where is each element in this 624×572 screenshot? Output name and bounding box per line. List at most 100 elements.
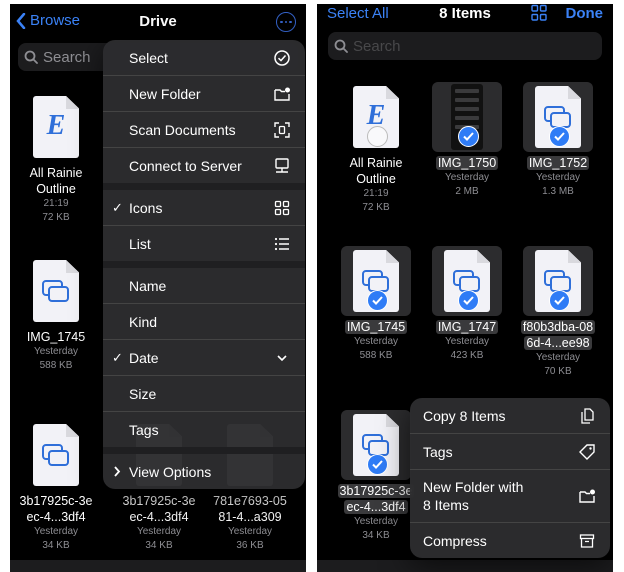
checkmark-circle-icon (274, 50, 290, 66)
search-field[interactable]: Search (328, 32, 602, 60)
tab-bar[interactable] (10, 560, 306, 572)
file-date: Yesterday (227, 526, 273, 537)
grid-icon (274, 200, 290, 216)
doc-viewfinder-icon (274, 122, 290, 138)
file-item[interactable]: IMG_1745 Yesterday 588 KB (13, 256, 99, 373)
selection-circle-icon[interactable] (367, 126, 388, 147)
nav-bar: Browse Drive (10, 4, 306, 40)
menu-item-tags[interactable]: Tags (410, 434, 610, 470)
search-placeholder: Search (353, 37, 401, 55)
checkmark-circle-icon[interactable] (549, 290, 570, 311)
select-all-button[interactable]: Select All (327, 5, 389, 22)
right-phone-screen: Select All 8 Items Done Search E All Rai… (317, 4, 613, 572)
file-date: Yesterday (33, 526, 79, 537)
file-date: Yesterday (535, 352, 581, 363)
menu-separator (103, 447, 305, 454)
file-date: Yesterday (33, 346, 79, 357)
desktop-computer-icon (275, 158, 289, 173)
chevron-down-icon (277, 355, 287, 362)
file-name: IMG_1747 (435, 320, 499, 334)
menu-item-tags[interactable]: Tags (103, 412, 305, 447)
menu-item-new-folder[interactable]: New Folder (103, 76, 305, 112)
chevron-right-icon (114, 466, 121, 477)
file-date: Yesterday (353, 336, 399, 347)
folder-badge-plus-icon (274, 87, 290, 101)
image-stack-icon (33, 260, 79, 322)
image-stack-icon (33, 424, 79, 486)
file-size: 34 KB (145, 540, 173, 551)
left-phone-screen: Browse Drive Search E All Rainie Outline … (10, 4, 306, 572)
menu-item-date[interactable]: ✓ Date (103, 340, 305, 376)
file-item[interactable]: IMG_1750 Yesterday 2 MB (424, 82, 510, 199)
menu-item-name[interactable]: Name (103, 268, 305, 304)
file-size: 34 KB (362, 530, 390, 541)
checkmark-icon: ✓ (112, 199, 123, 215)
file-date: Yesterday (444, 336, 490, 347)
file-size: 36 KB (236, 540, 264, 551)
checkmark-icon: ✓ (112, 349, 123, 365)
file-name: IMG_1745 (344, 320, 408, 334)
menu-item-copy[interactable]: Copy 8 Items (410, 398, 610, 434)
file-name: IMG_1745 (26, 330, 86, 344)
file-item[interactable]: 3b17925c-3e ec-4...3df4 Yesterday 34 KB (13, 420, 99, 553)
nav-bar: Select All 8 Items Done (317, 4, 613, 30)
file-size: 2 MB (455, 186, 479, 197)
file-size: 588 KB (39, 360, 73, 371)
file-item[interactable]: E All Rainie Outline 21:19 72 KB (13, 92, 99, 225)
file-item[interactable]: IMG_1747 Yesterday 423 KB (424, 246, 510, 363)
file-size: 72 KB (42, 212, 70, 223)
file-name: 3b17925c-3e ec-4...3df4 (19, 494, 93, 524)
archive-box-icon (579, 534, 595, 548)
search-icon (24, 50, 38, 64)
toolbar[interactable] (317, 560, 613, 572)
file-item[interactable]: 3b17925c-3e ec-4...3df4 Yesterday 34 KB (333, 410, 419, 543)
menu-item-select[interactable]: Select (103, 40, 305, 76)
search-placeholder: Search (43, 48, 91, 66)
done-button[interactable]: Done (566, 5, 604, 22)
file-item[interactable]: IMG_1752 Yesterday 1.3 MB (515, 82, 601, 199)
checkmark-circle-icon[interactable] (458, 126, 479, 147)
file-date: Yesterday (535, 172, 581, 183)
file-name: 781e7693-05 81-4...a309 (213, 494, 287, 524)
grid-icon[interactable] (530, 4, 548, 22)
menu-item-view-options[interactable]: View Options (103, 454, 305, 489)
file-date: Yesterday (136, 526, 182, 537)
file-size: 34 KB (42, 540, 70, 551)
menu-item-scan-documents[interactable]: Scan Documents (103, 112, 305, 148)
menu-item-icons[interactable]: ✓ Icons (103, 190, 305, 226)
back-button[interactable]: Browse (16, 12, 80, 29)
menu-item-new-folder-with-items[interactable]: New Folder with 8 Items (410, 470, 610, 523)
checkmark-circle-icon[interactable] (367, 454, 388, 475)
menu-item-kind[interactable]: Kind (103, 304, 305, 340)
file-item[interactable]: f80b3dba-08 6d-4...ee98 Yesterday 70 KB (515, 246, 601, 379)
folder-badge-plus-icon (579, 489, 595, 503)
checkmark-circle-icon[interactable] (367, 290, 388, 311)
file-name: 3b17925c-3e ec-4...3df4 (337, 484, 415, 514)
tag-icon (579, 444, 595, 460)
file-size: 70 KB (544, 366, 572, 377)
menu-item-connect-to-server[interactable]: Connect to Server (103, 148, 305, 183)
checkmark-circle-icon[interactable] (549, 126, 570, 147)
selection-actions-menu: Copy 8 Items Tags New Folder with 8 Items… (410, 398, 610, 558)
menu-item-list[interactable]: List (103, 226, 305, 261)
menu-separator (103, 261, 305, 268)
menu-item-compress[interactable]: Compress (410, 523, 610, 558)
file-date: 21:19 (43, 198, 69, 209)
file-size: 423 KB (450, 350, 484, 361)
file-size: 588 KB (359, 350, 393, 361)
document-E-icon: E (33, 96, 79, 158)
back-label: Browse (30, 12, 81, 29)
file-size: 1.3 MB (542, 186, 574, 197)
copy-doc-icon (581, 408, 594, 424)
file-item[interactable]: IMG_1745 Yesterday 588 KB (333, 246, 419, 363)
ellipsis-circle-icon[interactable] (276, 12, 296, 32)
menu-item-size[interactable]: Size (103, 376, 305, 412)
file-name: IMG_1752 (526, 156, 590, 170)
file-item[interactable]: E All Rainie Outline 21:19 72 KB (333, 82, 419, 215)
checkmark-circle-icon[interactable] (458, 290, 479, 311)
more-menu: Select New Folder Scan Documents Connect… (103, 40, 305, 489)
file-date: Yesterday (444, 172, 490, 183)
file-size: 72 KB (362, 202, 390, 213)
menu-separator (103, 183, 305, 190)
search-icon (334, 39, 348, 53)
